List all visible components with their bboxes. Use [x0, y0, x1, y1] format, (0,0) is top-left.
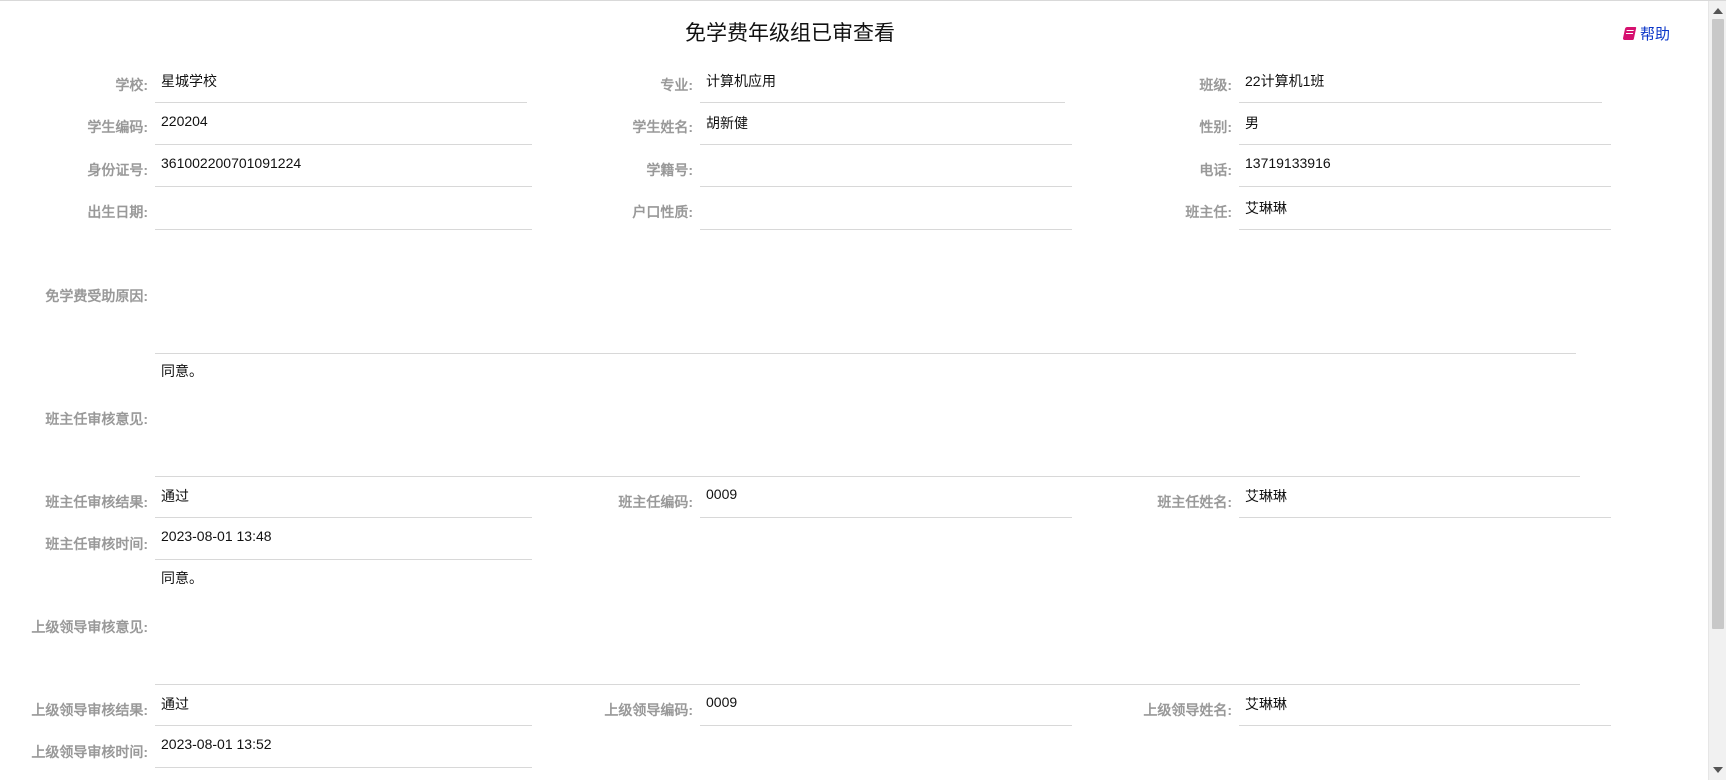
leader-result-label: 上级领导审核结果: — [31, 702, 148, 718]
phone-field[interactable]: 13719133916 — [1239, 146, 1611, 187]
leader-result-field[interactable]: 通过 — [155, 685, 532, 726]
birth-date-label: 出生日期: — [87, 204, 148, 220]
leader-opinion-textarea[interactable]: 同意。 — [155, 561, 1580, 685]
id-number-field[interactable]: 361002200701091224 — [155, 146, 532, 187]
teacher-name-label: 班主任姓名: — [1157, 494, 1232, 510]
leader-time-label: 上级领导审核时间: — [31, 744, 148, 760]
household-label: 户口性质: — [632, 204, 693, 220]
head-teacher-field[interactable]: 艾琳琳 — [1239, 189, 1611, 230]
teacher-result-field[interactable]: 通过 — [155, 477, 532, 518]
teacher-result-label: 班主任审核结果: — [45, 494, 148, 510]
gender-field[interactable]: 男 — [1239, 104, 1611, 145]
gender-label: 性别: — [1199, 119, 1232, 135]
scroll-up-icon[interactable] — [1713, 8, 1723, 14]
teacher-opinion-textarea[interactable]: 同意。 — [155, 354, 1580, 477]
student-code-label: 学生编码: — [87, 119, 148, 135]
major-label: 专业: — [660, 77, 693, 93]
scroll-thumb[interactable] — [1712, 19, 1724, 629]
reason-label: 免学费受助原因: — [45, 288, 148, 304]
household-field[interactable] — [700, 189, 1072, 230]
page-title: 免学费年级组已审查看 — [685, 22, 895, 45]
leader-name-field[interactable]: 艾琳琳 — [1239, 685, 1611, 726]
leader-code-field[interactable]: 0009 — [700, 685, 1072, 726]
book-icon — [1622, 27, 1637, 40]
enrollment-no-field[interactable] — [700, 146, 1072, 187]
head-teacher-label: 班主任: — [1185, 204, 1232, 220]
class-label: 班级: — [1199, 77, 1232, 93]
help-label: 帮助 — [1639, 26, 1670, 43]
teacher-code-label: 班主任编码: — [618, 494, 693, 510]
leader-time-field[interactable]: 2023-08-01 13:52 — [155, 727, 532, 768]
teacher-name-field[interactable]: 艾琳琳 — [1239, 477, 1611, 518]
teacher-time-label: 班主任审核时间: — [45, 536, 148, 552]
id-number-label: 身份证号: — [87, 162, 148, 178]
school-label: 学校: — [115, 77, 148, 93]
student-name-label: 学生姓名: — [632, 119, 693, 135]
phone-label: 电话: — [1199, 162, 1232, 178]
class-field[interactable]: 22计算机1班 — [1239, 62, 1602, 103]
vertical-scrollbar[interactable] — [1708, 1, 1726, 780]
teacher-time-field[interactable]: 2023-08-01 13:48 — [155, 519, 532, 560]
leader-code-label: 上级领导编码: — [604, 702, 693, 718]
leader-name-label: 上级领导姓名: — [1143, 702, 1232, 718]
teacher-code-field[interactable]: 0009 — [700, 477, 1072, 518]
leader-opinion-label: 上级领导审核意见: — [31, 619, 148, 635]
birth-date-field[interactable] — [155, 189, 532, 230]
student-code-field[interactable]: 220204 — [155, 104, 532, 145]
teacher-opinion-label: 班主任审核意见: — [45, 411, 148, 427]
review-form-page: 免学费年级组已审查看 帮助 学校: 星城学校 专业: 计算机应用 班级: 22计… — [0, 0, 1726, 780]
help-link[interactable]: 帮助 — [1622, 23, 1670, 44]
student-name-field[interactable]: 胡新健 — [700, 104, 1072, 145]
school-field[interactable]: 星城学校 — [155, 62, 527, 103]
major-field[interactable]: 计算机应用 — [700, 62, 1065, 103]
enrollment-no-label: 学籍号: — [646, 162, 693, 178]
reason-textarea[interactable] — [155, 231, 1576, 354]
scroll-down-icon[interactable] — [1713, 767, 1723, 773]
